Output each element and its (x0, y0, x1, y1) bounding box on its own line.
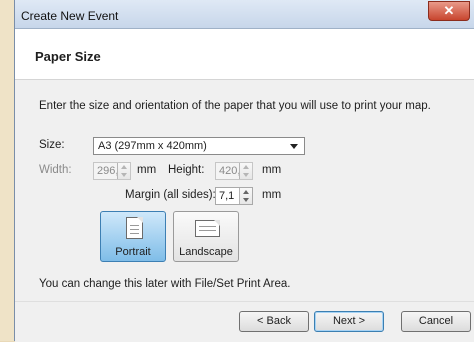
portrait-label: Portrait (115, 246, 151, 258)
margin-unit: mm (262, 189, 282, 201)
page-header: Paper Size (15, 29, 474, 80)
height-spinner[interactable] (239, 163, 252, 179)
width-unit: mm (137, 164, 157, 176)
size-label: Size: (39, 139, 65, 151)
close-icon: ✕ (443, 3, 455, 18)
landscape-page-icon (195, 220, 220, 237)
close-button[interactable]: ✕ (428, 1, 470, 21)
back-button[interactable]: < Back (239, 311, 309, 332)
paper-size-form: Enter the size and orientation of the pa… (15, 80, 474, 342)
margin-value: 7,1 (219, 190, 235, 202)
next-button[interactable]: Next > (314, 311, 384, 332)
page-title: Paper Size (35, 49, 101, 64)
height-unit: mm (262, 164, 282, 176)
width-spinner[interactable] (117, 163, 130, 179)
title-bar: Create New Event ✕ (15, 0, 474, 29)
landscape-label: Landscape (179, 246, 233, 258)
paper-size-dropdown[interactable]: A3 (297mm x 420mm) (93, 137, 305, 155)
chevron-down-icon (290, 144, 298, 149)
height-label: Height: (168, 164, 205, 176)
width-label: Width: (39, 164, 72, 176)
margin-label: Margin (all sides): (125, 189, 216, 201)
landscape-button[interactable]: Landscape (173, 211, 239, 262)
paper-size-value: A3 (297mm x 420mm) (98, 140, 207, 152)
create-new-event-dialog: Create New Event ✕ Paper Size Enter the … (14, 0, 474, 342)
height-field[interactable]: 420,1 (215, 162, 253, 180)
cancel-button[interactable]: Cancel (401, 311, 471, 332)
instructions-text: Enter the size and orientation of the pa… (39, 100, 431, 112)
wizard-buttons: < Back Next > Cancel (15, 301, 474, 342)
width-field[interactable]: 296,9 (93, 162, 131, 180)
window-title: Create New Event (21, 9, 119, 23)
portrait-button[interactable]: Portrait (100, 211, 166, 262)
margin-spinner[interactable] (239, 188, 252, 204)
portrait-page-icon (126, 217, 143, 239)
margin-field[interactable]: 7,1 (215, 187, 253, 205)
print-area-note: You can change this later with File/Set … (39, 278, 291, 290)
background-left (0, 0, 14, 341)
